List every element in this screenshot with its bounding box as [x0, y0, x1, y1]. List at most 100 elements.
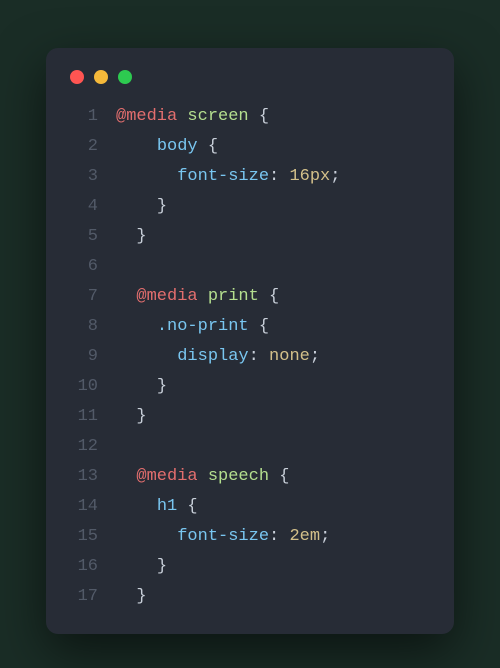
token-sel: .no-print	[157, 317, 249, 336]
code-line[interactable]: 5 }	[64, 222, 432, 252]
token-brace: :	[269, 527, 289, 546]
token-brace: :	[249, 347, 269, 366]
line-number: 13	[64, 462, 116, 492]
line-number: 17	[64, 582, 116, 612]
indent	[116, 407, 136, 426]
line-content[interactable]: .no-print {	[116, 312, 432, 342]
indent	[116, 347, 177, 366]
token-brace: {	[249, 317, 269, 336]
line-number: 8	[64, 312, 116, 342]
token-kw: screen	[187, 107, 248, 126]
token-kw: speech	[208, 467, 269, 486]
indent	[116, 557, 157, 576]
code-line[interactable]: 3 font-size: 16px;	[64, 162, 432, 192]
line-content[interactable]: display: none;	[116, 342, 432, 372]
token-prop: font-size	[177, 527, 269, 546]
zoom-icon[interactable]	[118, 70, 132, 84]
token-brace: ;	[320, 527, 330, 546]
token-val: 2em	[289, 527, 320, 546]
token-brace: {	[198, 137, 218, 156]
line-content[interactable]: font-size: 2em;	[116, 522, 432, 552]
token-at: @media	[116, 107, 177, 126]
line-content[interactable]: }	[116, 192, 432, 222]
line-number: 7	[64, 282, 116, 312]
token-kw: print	[208, 287, 259, 306]
line-content[interactable]: h1 {	[116, 492, 432, 522]
line-number: 9	[64, 342, 116, 372]
line-number: 5	[64, 222, 116, 252]
token-brace: }	[157, 197, 167, 216]
close-icon[interactable]	[70, 70, 84, 84]
code-line[interactable]: 8 .no-print {	[64, 312, 432, 342]
token-brace: }	[136, 227, 146, 246]
indent	[116, 137, 157, 156]
token-brace: {	[177, 497, 197, 516]
code-line[interactable]: 2 body {	[64, 132, 432, 162]
token-sel: body	[157, 137, 198, 156]
line-content[interactable]: }	[116, 372, 432, 402]
line-content[interactable]: }	[116, 222, 432, 252]
indent	[116, 497, 157, 516]
token-val: none	[269, 347, 310, 366]
token-sp	[198, 287, 208, 306]
token-brace: {	[249, 107, 269, 126]
line-content[interactable]: font-size: 16px;	[116, 162, 432, 192]
indent	[116, 197, 157, 216]
code-editor[interactable]: 1@media screen {2 body {3 font-size: 16p…	[64, 102, 432, 612]
line-content[interactable]: }	[116, 552, 432, 582]
code-line[interactable]: 9 display: none;	[64, 342, 432, 372]
token-brace: {	[259, 287, 279, 306]
line-number: 15	[64, 522, 116, 552]
line-number: 3	[64, 162, 116, 192]
line-content[interactable]: @media screen {	[116, 102, 432, 132]
line-number: 6	[64, 252, 116, 282]
token-at: @media	[136, 287, 197, 306]
code-line[interactable]: 17 }	[64, 582, 432, 612]
line-number: 4	[64, 192, 116, 222]
code-line[interactable]: 4 }	[64, 192, 432, 222]
line-content[interactable]: @media print {	[116, 282, 432, 312]
line-content[interactable]: }	[116, 402, 432, 432]
code-line[interactable]: 16 }	[64, 552, 432, 582]
indent	[116, 587, 136, 606]
indent	[116, 467, 136, 486]
line-number: 11	[64, 402, 116, 432]
line-number: 10	[64, 372, 116, 402]
indent	[116, 377, 157, 396]
line-number: 2	[64, 132, 116, 162]
code-line[interactable]: 7 @media print {	[64, 282, 432, 312]
code-line[interactable]: 13 @media speech {	[64, 462, 432, 492]
stage: 1@media screen {2 body {3 font-size: 16p…	[0, 0, 500, 668]
code-line[interactable]: 11 }	[64, 402, 432, 432]
token-brace: }	[157, 557, 167, 576]
code-line[interactable]: 14 h1 {	[64, 492, 432, 522]
minimize-icon[interactable]	[94, 70, 108, 84]
line-number: 1	[64, 102, 116, 132]
indent	[116, 227, 136, 246]
token-brace: }	[136, 587, 146, 606]
indent	[116, 317, 157, 336]
code-line[interactable]: 12	[64, 432, 432, 462]
token-prop: display	[177, 347, 248, 366]
token-brace: {	[269, 467, 289, 486]
indent	[116, 527, 177, 546]
code-line[interactable]: 10 }	[64, 372, 432, 402]
code-window: 1@media screen {2 body {3 font-size: 16p…	[46, 48, 454, 634]
token-brace: }	[157, 377, 167, 396]
indent	[116, 167, 177, 186]
window-controls	[64, 68, 432, 102]
code-line[interactable]: 1@media screen {	[64, 102, 432, 132]
token-sel: h1	[157, 497, 177, 516]
line-number: 16	[64, 552, 116, 582]
token-sp	[177, 107, 187, 126]
line-content[interactable]: @media speech {	[116, 462, 432, 492]
indent	[116, 287, 136, 306]
line-content[interactable]: body {	[116, 132, 432, 162]
line-number: 12	[64, 432, 116, 462]
line-number: 14	[64, 492, 116, 522]
token-brace: :	[269, 167, 289, 186]
code-line[interactable]: 15 font-size: 2em;	[64, 522, 432, 552]
token-prop: font-size	[177, 167, 269, 186]
code-line[interactable]: 6	[64, 252, 432, 282]
line-content[interactable]: }	[116, 582, 432, 612]
